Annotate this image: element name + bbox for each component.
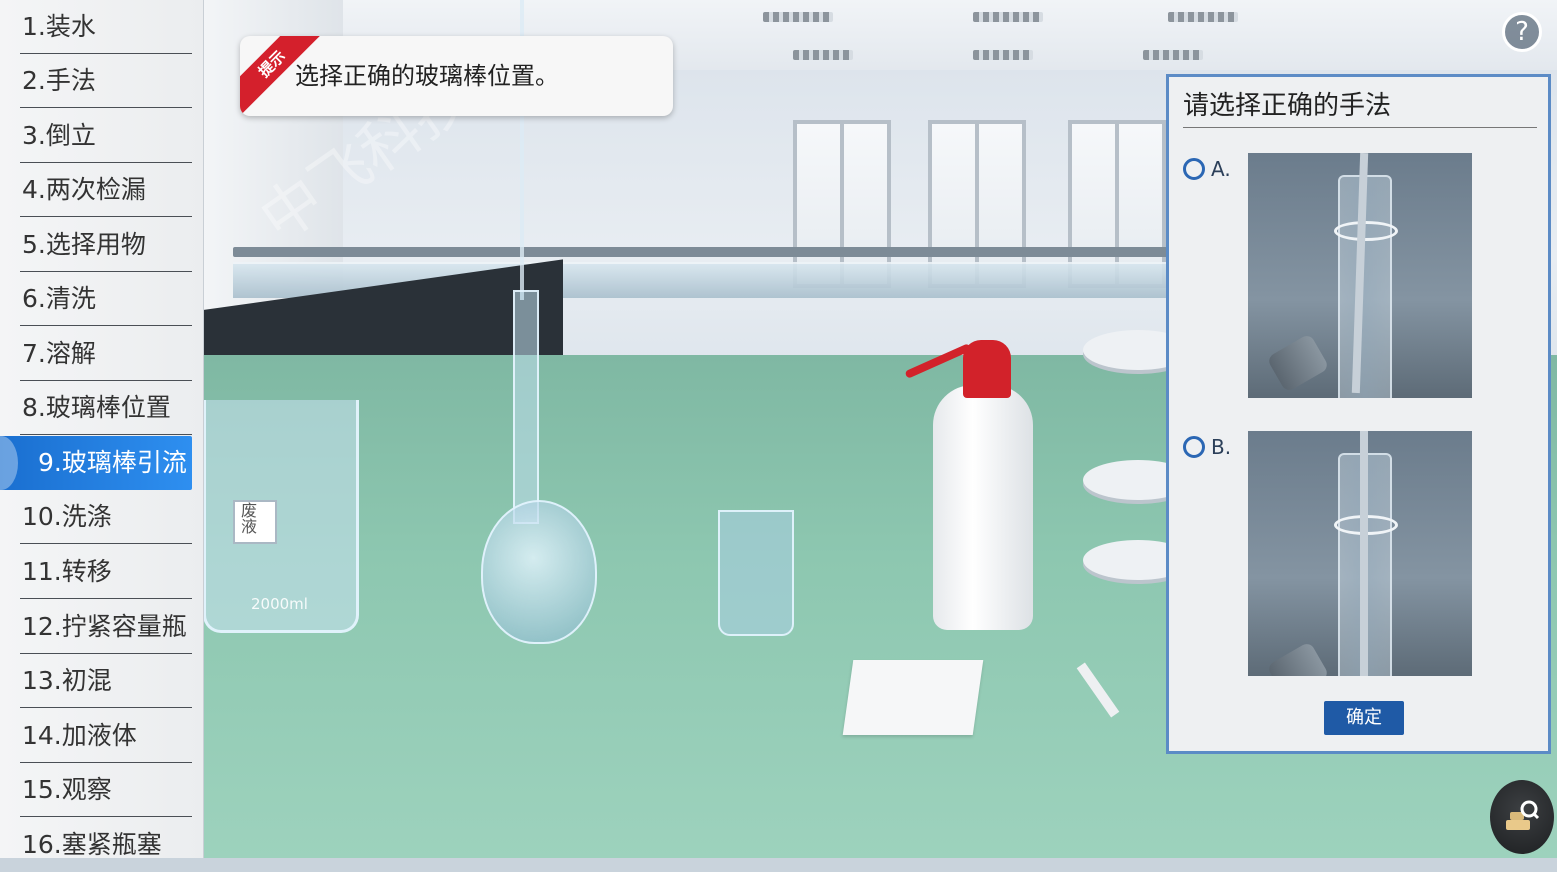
waste-label-text: 废液 (238, 502, 257, 534)
option-a-image[interactable] (1248, 153, 1472, 398)
volumetric-flask-neck[interactable] (513, 290, 539, 524)
waste-label: 废液 (233, 500, 277, 544)
wash-bottle[interactable] (933, 385, 1033, 630)
step-item[interactable]: 2.手法 (20, 54, 192, 108)
step-item[interactable]: 1.装水 (20, 0, 192, 54)
step-item[interactable]: 6.清洗 (20, 272, 192, 326)
ceiling-light (1143, 50, 1203, 60)
step-item[interactable]: 3.倒立 (20, 109, 192, 163)
step-sidebar: 1.装水 2.手法 3.倒立 4.两次检漏 5.选择用物 6.清洗 7.溶解 8… (0, 0, 204, 859)
step-item[interactable]: 16.塞紧瓶塞 (20, 818, 192, 872)
hint-text: 选择正确的玻璃棒位置。 (295, 62, 559, 90)
step-item[interactable]: 15.观察 (20, 763, 192, 817)
option-b-radio[interactable] (1183, 436, 1205, 458)
option-a-label[interactable]: A. (1211, 157, 1231, 181)
panel-title: 请选择正确的手法 (1183, 91, 1392, 121)
step-item[interactable]: 14.加液体 (20, 709, 192, 763)
beaker-volume-mark: 2000ml (251, 595, 308, 613)
shelf-rail (233, 247, 1193, 257)
question-mark: ? (1515, 17, 1529, 47)
step-item[interactable]: 7.溶解 (20, 327, 192, 381)
confirm-button[interactable]: 确定 (1324, 701, 1404, 735)
large-beaker[interactable]: 2000ml (203, 400, 359, 633)
weighing-paper[interactable] (842, 660, 984, 735)
ceiling-light (763, 12, 833, 22)
step-item[interactable]: 5.选择用物 (20, 218, 192, 272)
divider (1183, 127, 1537, 128)
option-b-image[interactable] (1248, 431, 1472, 676)
volumetric-flask[interactable] (481, 500, 597, 644)
search-map-icon (1506, 800, 1540, 830)
step-item-active[interactable]: 9.玻璃棒引流 (0, 436, 192, 490)
graduation-ring (1334, 221, 1398, 241)
ceiling-light (973, 12, 1043, 22)
option-b-label[interactable]: B. (1211, 435, 1231, 459)
step-item[interactable]: 8.玻璃棒位置 (20, 381, 192, 435)
ceiling-light (973, 50, 1033, 60)
step-item[interactable]: 12.拧紧容量瓶 (20, 600, 192, 654)
stopper (1266, 333, 1330, 393)
small-beaker[interactable] (718, 510, 794, 636)
inspect-tool-button[interactable] (1490, 780, 1554, 854)
hint-box: 提示 选择正确的玻璃棒位置。 (240, 36, 673, 116)
step-item[interactable]: 4.两次检漏 (20, 163, 192, 217)
question-panel: 请选择正确的手法 A. B. 确定 (1166, 74, 1551, 754)
wash-bottle-cap (963, 340, 1011, 398)
option-a-radio[interactable] (1183, 158, 1205, 180)
glass-rod (1360, 431, 1368, 676)
plate-stack (1083, 330, 1193, 630)
step-item[interactable]: 11.转移 (20, 545, 192, 599)
step-item[interactable]: 13.初混 (20, 654, 192, 708)
ceiling-light (793, 50, 853, 60)
ceiling-light (1168, 12, 1238, 22)
step-item[interactable]: 10.洗涤 (20, 490, 192, 544)
help-icon[interactable]: ? (1502, 12, 1542, 52)
stopper (1266, 641, 1330, 676)
